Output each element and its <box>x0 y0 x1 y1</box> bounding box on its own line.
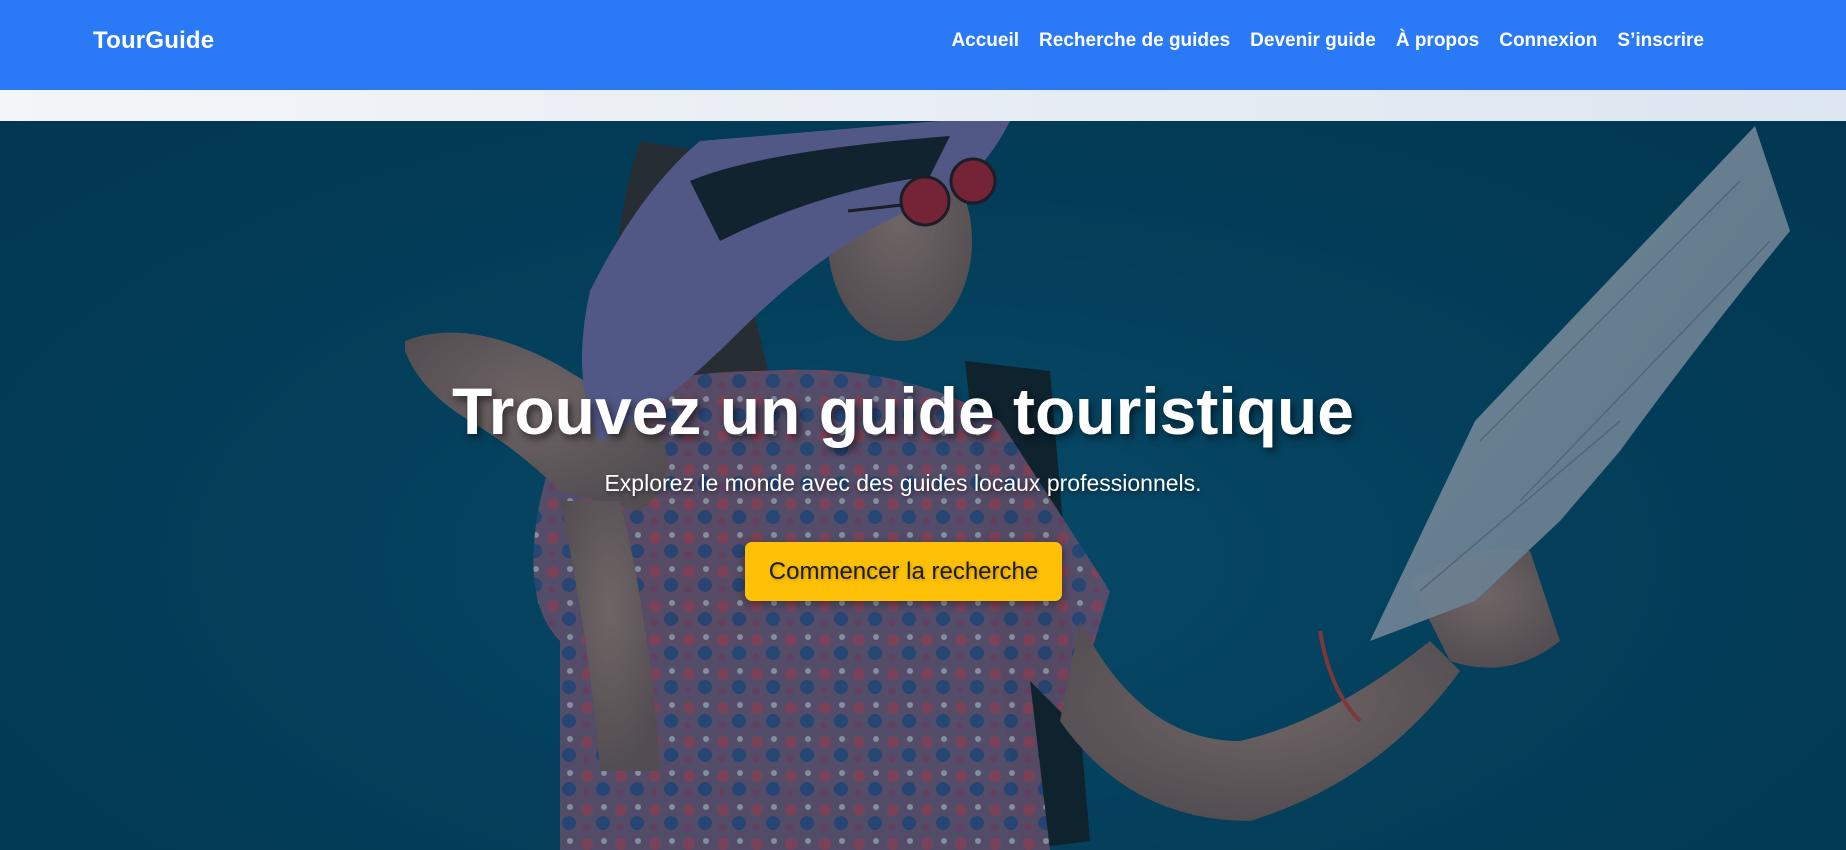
hero-section: Trouvez un guide touristique Explorez le… <box>0 121 1846 850</box>
navbar-bottom-strip <box>0 90 1846 121</box>
start-search-button[interactable]: Commencer la recherche <box>745 542 1062 601</box>
nav-link-inscrire[interactable]: S’inscrire <box>1617 30 1704 51</box>
nav-link-recherche-guides[interactable]: Recherche de guides <box>1039 30 1230 51</box>
nav-item-inscrire: S’inscrire <box>1617 30 1704 52</box>
hero-title: Trouvez un guide touristique <box>451 374 1355 448</box>
nav-link-accueil[interactable]: Accueil <box>951 30 1019 51</box>
nav-item-recherche: Recherche de guides <box>1039 30 1230 52</box>
hero-subtitle: Explorez le monde avec des guides locaux… <box>604 470 1202 496</box>
hero-content: Trouvez un guide touristique Explorez le… <box>0 121 1846 850</box>
navbar: TourGuide Accueil Recherche de guides De… <box>0 0 1846 90</box>
nav-item-connexion: Connexion <box>1499 30 1597 52</box>
nav-links: Accueil Recherche de guides Devenir guid… <box>951 30 1704 52</box>
nav-item-devenir-guide: Devenir guide <box>1250 30 1376 52</box>
nav-item-accueil: Accueil <box>951 30 1019 52</box>
nav-link-a-propos[interactable]: À propos <box>1396 30 1479 51</box>
brand-logo-link[interactable]: TourGuide <box>93 27 214 55</box>
nav-link-connexion[interactable]: Connexion <box>1499 30 1597 51</box>
nav-link-devenir-guide[interactable]: Devenir guide <box>1250 30 1376 51</box>
nav-item-a-propos: À propos <box>1396 30 1479 52</box>
